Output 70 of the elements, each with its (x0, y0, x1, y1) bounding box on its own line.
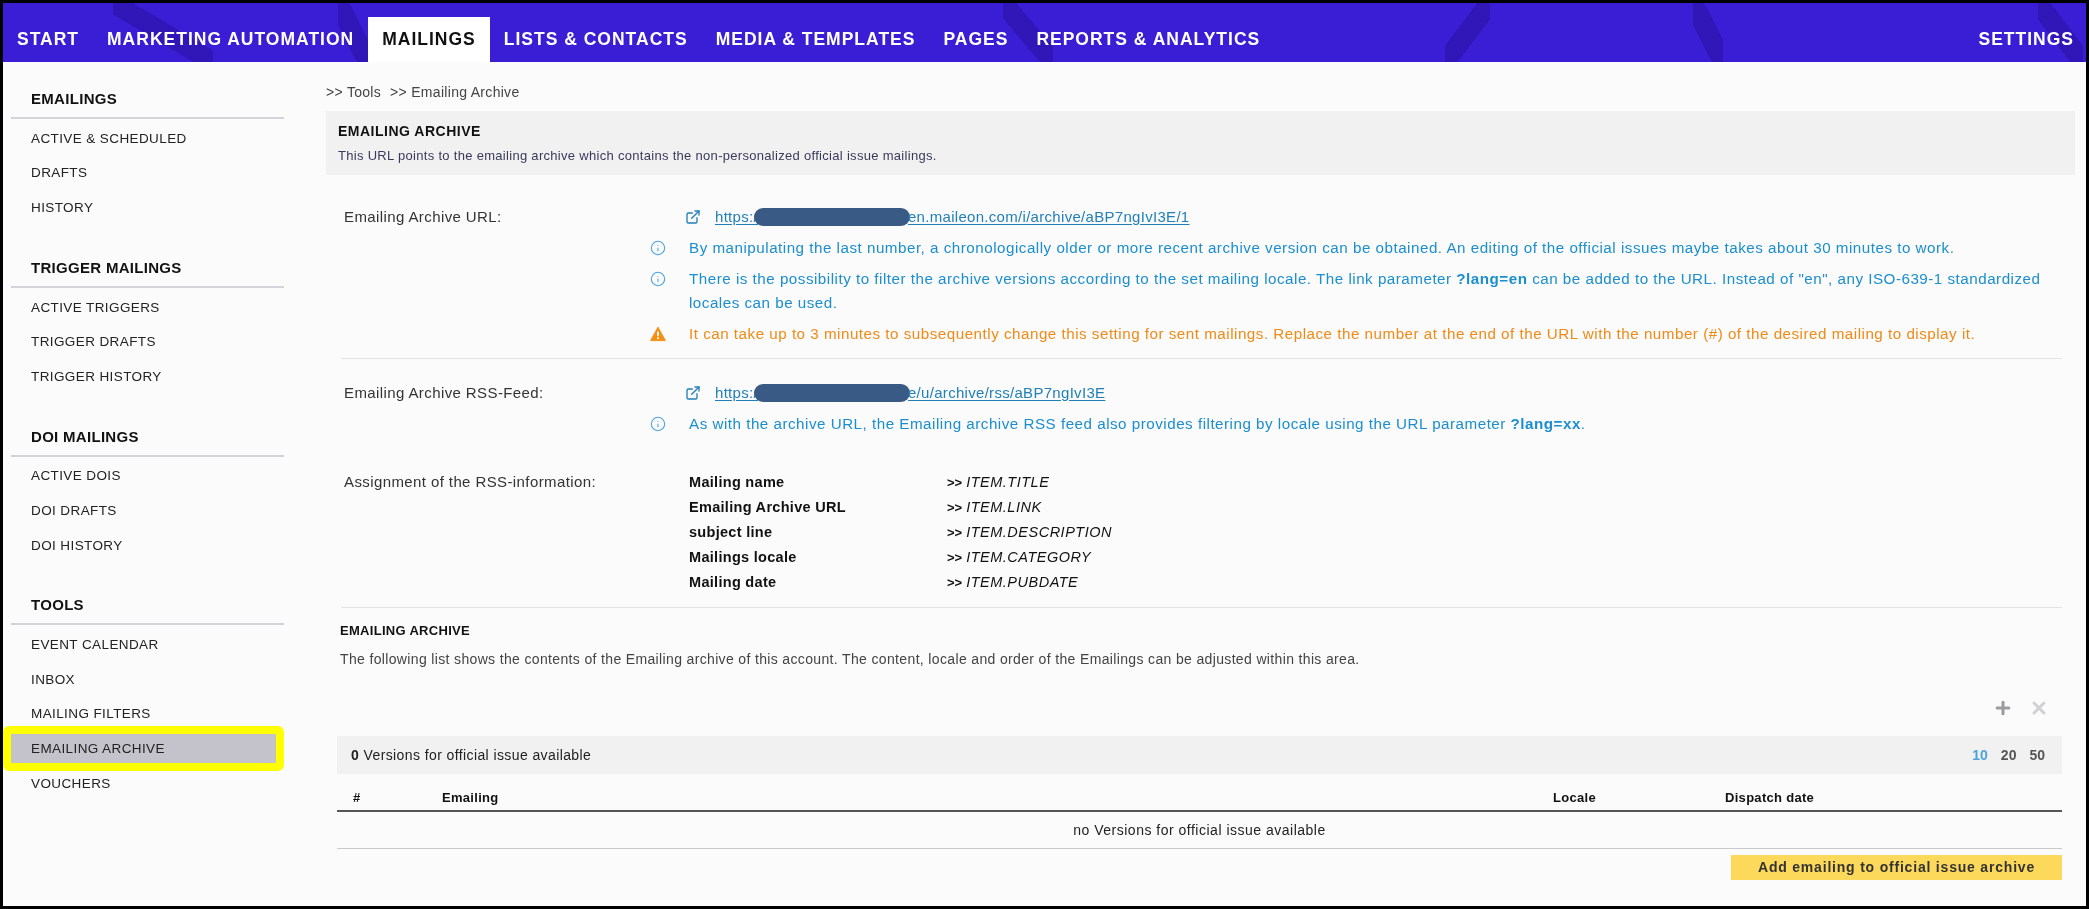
nav-tab[interactable]: START (3, 17, 94, 62)
sidebar-item[interactable]: ACTIVE & SCHEDULED (11, 123, 276, 153)
page-description: This URL points to the emailing archive which contains the non-personalized official issue mailings. (338, 147, 938, 165)
row-label: Emailing Archive RSS-Feed: (344, 383, 545, 403)
field-name: Mailings locale (689, 548, 798, 567)
info-icon (650, 416, 666, 432)
field-name: Mailing date (689, 573, 778, 592)
sidebar-item[interactable]: DOI DRAFTS (11, 495, 276, 525)
sidebar-section-title: TOOLS (31, 595, 85, 616)
nav-tab[interactable]: LISTS & CONTACTS (489, 17, 702, 62)
sidebar-section-title: DOI MAILINGS (31, 426, 140, 447)
sidebar-item[interactable]: EMAILING ARCHIVE (11, 733, 276, 763)
mapping-arrow: >> (947, 549, 963, 567)
breadcrumb-link[interactable]: >> Tools (326, 82, 382, 102)
mapping-arrow: >> (947, 574, 963, 592)
sidebar-item[interactable]: DRAFTS (11, 158, 276, 188)
breadcrumb-link[interactable]: >> Emailing Archive (390, 82, 520, 102)
section-title: EMAILING ARCHIVE (340, 622, 471, 640)
add-emailing-button[interactable]: Add emailing to official issue archive (1730, 855, 2062, 880)
rss-tag: ITEM.DESCRIPTION (966, 520, 1112, 545)
external-link-icon[interactable] (685, 385, 701, 401)
page-title: EMAILING ARCHIVE (338, 122, 482, 141)
field-name: Emailing Archive URL (689, 498, 847, 517)
section-description: The following list shows the contents of the Emailing archive of this account. The content, locale and order of the Emailings can be adjusted within this area. (340, 650, 1361, 669)
page-size-option[interactable]: 50 (2029, 745, 2045, 765)
sidebar-section-title: EMAILINGS (31, 89, 119, 109)
info-text: There is the possibility to filter the archive versions according to the set mailing locale. The link parameter ?lang=en can be added to the URL. Instead of "en", any ISO-639-1 standardized locales can be used. (689, 269, 2042, 313)
sidebar-item[interactable]: ACTIVE TRIGGERS (11, 292, 276, 322)
sidebar-section-title: TRIGGER MAILINGS (31, 257, 183, 278)
sidebar-item[interactable]: VOUCHERS (11, 768, 276, 798)
nav-tab[interactable]: MEDIA & TEMPLATES (701, 17, 930, 62)
sidebar-item[interactable]: TRIGGER HISTORY (11, 361, 276, 391)
info-text: As with the archive URL, the Emailing archive RSS feed also provides filtering by locale using the URL parameter ?lang=xx. (689, 414, 1587, 434)
nav-tab[interactable]: MAILINGS (368, 17, 490, 62)
rss-tag: ITEM.TITLE (966, 470, 1050, 495)
rss-tag: ITEM.LINK (966, 495, 1042, 520)
version-count: 0 Versions for official issue available (351, 746, 592, 765)
rss-tag: ITEM.CATEGORY (966, 545, 1092, 570)
nav-tab[interactable]: REPORTS & ANALYTICS (1022, 17, 1275, 62)
warning-text: It can take up to 3 minutes to subsequently change this setting for sent mailings. Replace the number at the end of the URL with the number (#) of the desired mailing to display it. (689, 324, 1977, 344)
column-header: Locale (1552, 789, 1597, 807)
plus-icon[interactable] (1993, 698, 2013, 718)
column-header: # (352, 789, 362, 807)
field-name: subject line (689, 523, 774, 542)
page-size-option[interactable]: 20 (2000, 745, 2017, 765)
nav-tab[interactable]: PAGES (929, 17, 1023, 62)
settings-tab[interactable]: SETTINGS (1978, 17, 2074, 62)
sidebar-item[interactable]: TRIGGER DRAFTS (11, 327, 276, 357)
info-icon (650, 271, 666, 287)
warning-icon (650, 326, 666, 342)
row-label: Emailing Archive URL: (344, 207, 503, 227)
empty-table-message: no Versions for official issue available (337, 812, 2062, 849)
mapping-arrow: >> (947, 474, 963, 492)
sidebar-item[interactable]: DOI HISTORY (11, 530, 276, 560)
sidebar-item[interactable]: EVENT CALENDAR (11, 630, 276, 660)
sidebar-item[interactable]: MAILING FILTERS (11, 699, 276, 729)
nav-tab[interactable]: MARKETING AUTOMATION (93, 17, 369, 62)
column-header: Dispatch date (1724, 789, 1816, 807)
sidebar-item[interactable]: INBOX (11, 664, 276, 694)
info-text: By manipulating the last number, a chronologically older or more recent archive version can be obtained. An editing of the official issues maybe takes about 30 minutes to work. (689, 238, 1956, 258)
sidebar-item[interactable]: ACTIVE DOIS (11, 461, 276, 491)
mapping-arrow: >> (947, 499, 963, 517)
info-icon (650, 240, 666, 256)
row-label: Assignment of the RSS-information: (344, 472, 598, 492)
rss-tag: ITEM.PUBDATE (966, 570, 1079, 595)
sidebar-item[interactable]: HISTORY (11, 193, 276, 222)
mapping-arrow: >> (947, 524, 963, 542)
external-link-icon[interactable] (685, 209, 701, 225)
column-header: Emailing (441, 789, 500, 807)
field-name: Mailing name (689, 473, 786, 492)
